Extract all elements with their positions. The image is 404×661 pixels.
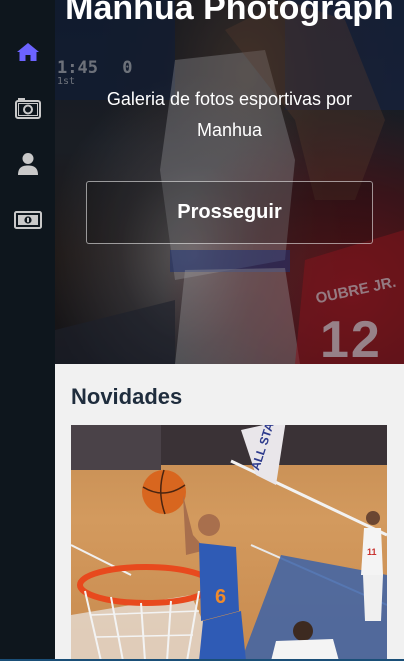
- basketball-photo: ALL STAR 6 11: [71, 425, 387, 661]
- news-photo[interactable]: ALL STAR 6 11: [71, 425, 387, 661]
- sidebar-item-profile[interactable]: [0, 136, 55, 192]
- sidebar-item-photos[interactable]: [0, 80, 55, 136]
- sidebar: [0, 0, 55, 661]
- camera-icon: [14, 98, 41, 119]
- news-title: Novidades: [71, 384, 183, 409]
- player2-number: 11: [367, 547, 377, 557]
- hero-title: Manhua Photograph: [65, 0, 394, 27]
- sidebar-item-home[interactable]: [0, 24, 55, 80]
- player1-number: 6: [215, 586, 226, 608]
- proceed-button[interactable]: Prosseguir: [86, 181, 373, 244]
- news-section: Novidades ALL STAR 6 11: [55, 364, 404, 661]
- home-icon: [16, 43, 39, 61]
- sidebar-item-payment[interactable]: [0, 192, 55, 248]
- hero-banner: 1:45 0 1st OUBRE JR. 12 Manhua Photograp…: [55, 0, 404, 364]
- hero-subtitle: Galeria de fotos esportivas por Manhua: [106, 89, 353, 140]
- user-icon: [17, 153, 38, 175]
- money-icon: [13, 211, 42, 229]
